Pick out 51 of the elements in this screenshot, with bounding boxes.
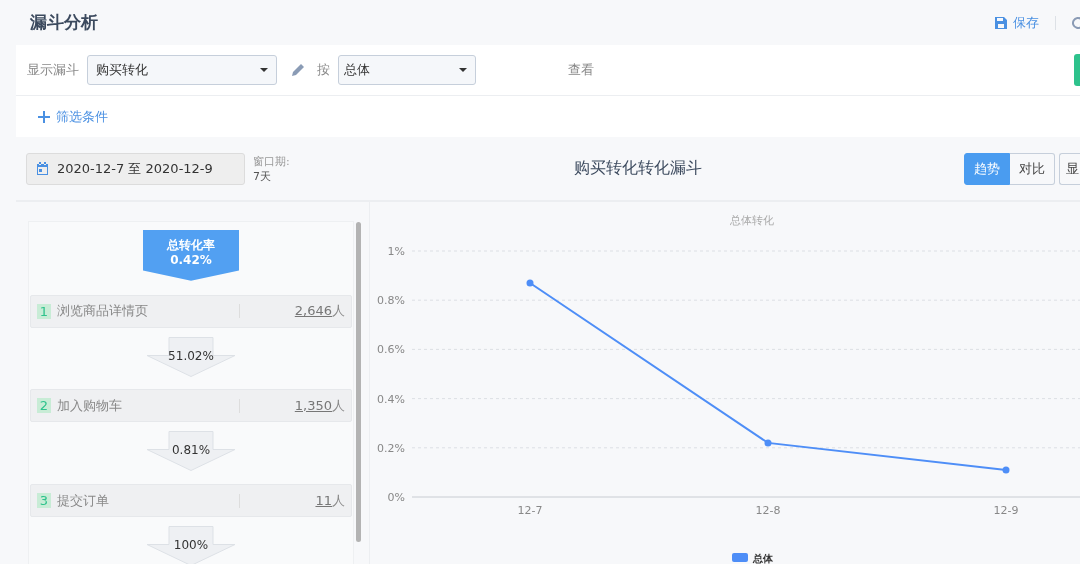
legend-swatch[interactable] (732, 553, 748, 562)
window-label: 窗口期: (253, 153, 290, 169)
page-title: 漏斗分析 (30, 11, 98, 34)
x-tick-label: 12-9 (993, 504, 1019, 517)
step-count[interactable]: 1,350人 (294, 396, 345, 415)
funnel-label: 显示漏斗 (27, 61, 79, 79)
y-tick-label: 0.4% (377, 392, 405, 406)
funnel-title: 购买转化转化漏斗 (574, 158, 702, 179)
step-number: 1 (37, 303, 51, 319)
save-button[interactable]: 保存 (993, 11, 1041, 34)
window-value: 7天 (253, 168, 272, 184)
x-tick-label: 12-7 (517, 504, 543, 517)
funnel-step[interactable]: 3 提交订单 11人 (30, 484, 352, 518)
y-tick-label: 0.6% (377, 343, 405, 357)
step-count[interactable]: 11人 (315, 491, 345, 510)
scrollbar[interactable] (356, 222, 361, 542)
funnel-step[interactable]: 2 加入购物车 1,350人 (30, 389, 352, 423)
step-name: 浏览商品详情页 (57, 302, 149, 321)
pencil-icon[interactable] (291, 63, 305, 77)
step-number: 2 (37, 398, 51, 414)
data-point (1002, 466, 1010, 474)
y-tick-label: 0.2% (377, 441, 405, 455)
group-select[interactable]: 总体 (338, 55, 476, 85)
conversion-arrow: 0.81% (146, 431, 236, 471)
y-tick-label: 1% (387, 245, 405, 258)
x-tick-label: 12-8 (755, 504, 781, 517)
funnel-select[interactable]: 购买转化 (87, 55, 277, 85)
calendar-icon (36, 162, 49, 175)
step-number: 3 (37, 493, 51, 509)
chart-title: 总体转化 (730, 214, 774, 227)
view-tab[interactable]: 对比 (1010, 152, 1055, 185)
total-conversion-badge: 总转化率 0.42% (143, 230, 239, 281)
date-range-field[interactable]: 2020-12-7 至 2020-12-9 (26, 152, 245, 185)
plus-icon (38, 110, 50, 123)
add-filter-button[interactable]: 筛选条件 (38, 107, 108, 126)
conversion-arrow: 100% (146, 526, 236, 564)
step-name: 加入购物车 (57, 396, 123, 415)
view-tab[interactable]: 趋势 (964, 152, 1010, 185)
by-label: 按 (317, 61, 330, 79)
y-tick-label: 0.8% (377, 294, 405, 308)
data-point (526, 279, 534, 287)
legend-label[interactable]: 总体 (753, 553, 773, 564)
conversion-arrow: 51.02% (146, 336, 236, 376)
funnel-step[interactable]: 1 浏览商品详情页 2,646人 (30, 294, 352, 328)
display-button[interactable]: 显 (1059, 152, 1080, 185)
step-count[interactable]: 2,646人 (294, 302, 345, 321)
data-point (764, 439, 772, 447)
view-label: 查看 (568, 61, 594, 79)
step-name: 提交订单 (57, 491, 110, 510)
y-tick-label: 0% (387, 491, 405, 504)
query-button[interactable] (1074, 54, 1080, 86)
